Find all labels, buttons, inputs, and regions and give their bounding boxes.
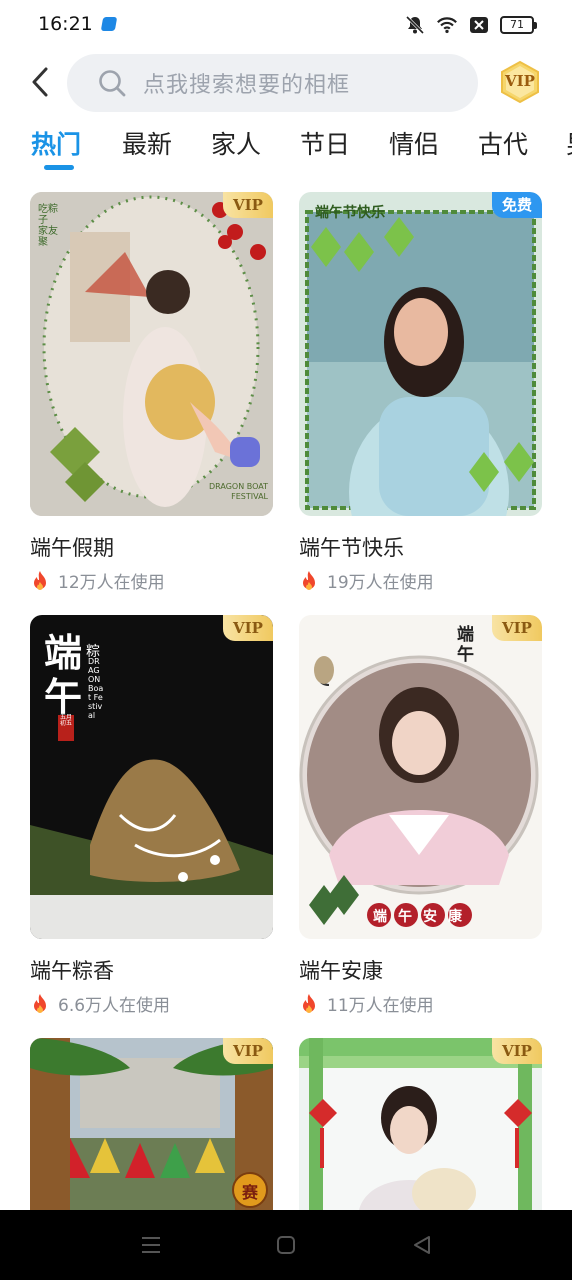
card-title: 端午粽香 xyxy=(30,959,114,983)
race-badge: 赛 xyxy=(241,1183,258,1202)
card-usage: 19万人在使用 xyxy=(299,568,434,593)
menu-button[interactable] xyxy=(137,1232,165,1258)
home-icon xyxy=(277,1236,295,1254)
status-bar: 16:21 71 xyxy=(0,0,572,50)
fire-icon xyxy=(303,570,315,590)
frame-card[interactable]: 端午 端午安康 VIP 端午安康 11万人在使用 xyxy=(299,615,542,1016)
frame-preview-image xyxy=(30,192,273,516)
frame-card[interactable]: 吃粽子 家友聚 DRAGON BOAT FESTIVAL VIP 端午假期 12… xyxy=(30,192,273,593)
vip-button[interactable]: VIP xyxy=(498,60,542,104)
usage-count: 11万人在使用 xyxy=(327,996,434,1016)
card-title: 端午节快乐 xyxy=(299,536,404,560)
close-box-icon xyxy=(468,15,490,35)
tab-latest[interactable]: 最新 xyxy=(122,128,172,162)
usage-count: 6.6万人在使用 xyxy=(58,996,171,1016)
status-time: 16:21 xyxy=(38,13,93,35)
frame-thumbnail[interactable]: 赛 VIP xyxy=(30,1038,273,1210)
fire-icon xyxy=(303,993,315,1013)
tab-male[interactable]: 男 xyxy=(566,128,572,162)
frame-calligraphy: 端午 xyxy=(44,630,83,719)
home-button[interactable] xyxy=(272,1232,300,1258)
back-triangle-icon xyxy=(414,1236,430,1254)
tab-hot[interactable]: 热门 xyxy=(31,128,81,162)
tab-ancient[interactable]: 古代 xyxy=(478,128,528,162)
category-tabs: 热门 最新 家人 节日 情侣 古代 男 xyxy=(0,122,572,174)
card-title: 端午假期 xyxy=(30,536,114,560)
frame-card[interactable]: 端午节快乐 免费 端午节快乐 19万人在使用 xyxy=(299,192,542,593)
back-button[interactable] xyxy=(24,62,56,102)
frame-thumbnail[interactable]: 吃粽子 家友聚 DRAGON BOAT FESTIVAL VIP xyxy=(30,192,273,516)
free-tag: 免费 xyxy=(491,192,542,218)
frame-thumbnail[interactable]: 端午 粽 五月初五 DRAGON Boat Festival VIP xyxy=(30,615,273,939)
vip-tag: VIP xyxy=(492,1038,542,1064)
back-nav-button[interactable] xyxy=(408,1232,436,1258)
frame-card[interactable]: 赛 VIP xyxy=(30,1038,273,1210)
frame-preview-image xyxy=(299,192,542,516)
vip-tag: VIP xyxy=(223,192,273,218)
frame-thumbnail[interactable]: 端午 端午安康 VIP xyxy=(299,615,542,939)
card-title: 端午安康 xyxy=(299,959,383,983)
frame-card[interactable]: VIP xyxy=(299,1038,542,1210)
tab-family[interactable]: 家人 xyxy=(211,128,261,162)
status-icons: 71 xyxy=(404,14,537,36)
frame-caption-bottom: DRAGON BOAT FESTIVAL xyxy=(209,482,268,501)
frame-preview-image xyxy=(299,615,542,939)
search-placeholder: 点我搜索想要的相框 xyxy=(143,73,351,98)
frame-banner: 端午节快乐 xyxy=(315,205,385,221)
card-usage: 12万人在使用 xyxy=(30,568,165,593)
vip-tag: VIP xyxy=(223,1038,273,1064)
usage-count: 19万人在使用 xyxy=(327,573,434,593)
frame-caption-top: 吃粽子 家友聚 xyxy=(38,204,58,248)
search-input[interactable]: 点我搜索想要的相框 xyxy=(67,54,478,112)
vip-tag: VIP xyxy=(223,615,273,641)
app-notification-icon xyxy=(100,17,118,31)
battery-icon: 71 xyxy=(500,16,537,34)
card-usage: 11万人在使用 xyxy=(299,991,434,1016)
tab-indicator xyxy=(44,165,74,170)
frame-seal: 五月初五 xyxy=(60,714,73,727)
menu-icon xyxy=(142,1237,160,1253)
vip-label: VIP xyxy=(505,72,535,90)
vip-tag: VIP xyxy=(492,615,542,641)
frame-calligraphy: 端午 xyxy=(457,625,474,665)
usage-count: 12万人在使用 xyxy=(58,573,165,593)
fire-icon xyxy=(34,993,46,1013)
card-usage: 6.6万人在使用 xyxy=(30,991,170,1016)
tab-festival[interactable]: 节日 xyxy=(300,128,350,162)
system-nav-bar xyxy=(0,1210,572,1280)
search-icon xyxy=(99,70,126,97)
frame-english: DRAGON Boat Festival xyxy=(88,657,104,720)
frame-blessing: 端午安康 xyxy=(373,909,473,925)
frame-thumbnail[interactable]: 端午节快乐 免费 xyxy=(299,192,542,516)
frame-thumbnail[interactable]: VIP xyxy=(299,1038,542,1210)
tab-couple[interactable]: 情侣 xyxy=(389,128,439,162)
fire-icon xyxy=(34,570,46,590)
wifi-icon xyxy=(436,15,458,35)
frame-card[interactable]: 端午 粽 五月初五 DRAGON Boat Festival VIP 端午粽香 … xyxy=(30,615,273,1016)
mute-icon xyxy=(404,15,426,35)
chevron-left-icon xyxy=(32,67,48,97)
